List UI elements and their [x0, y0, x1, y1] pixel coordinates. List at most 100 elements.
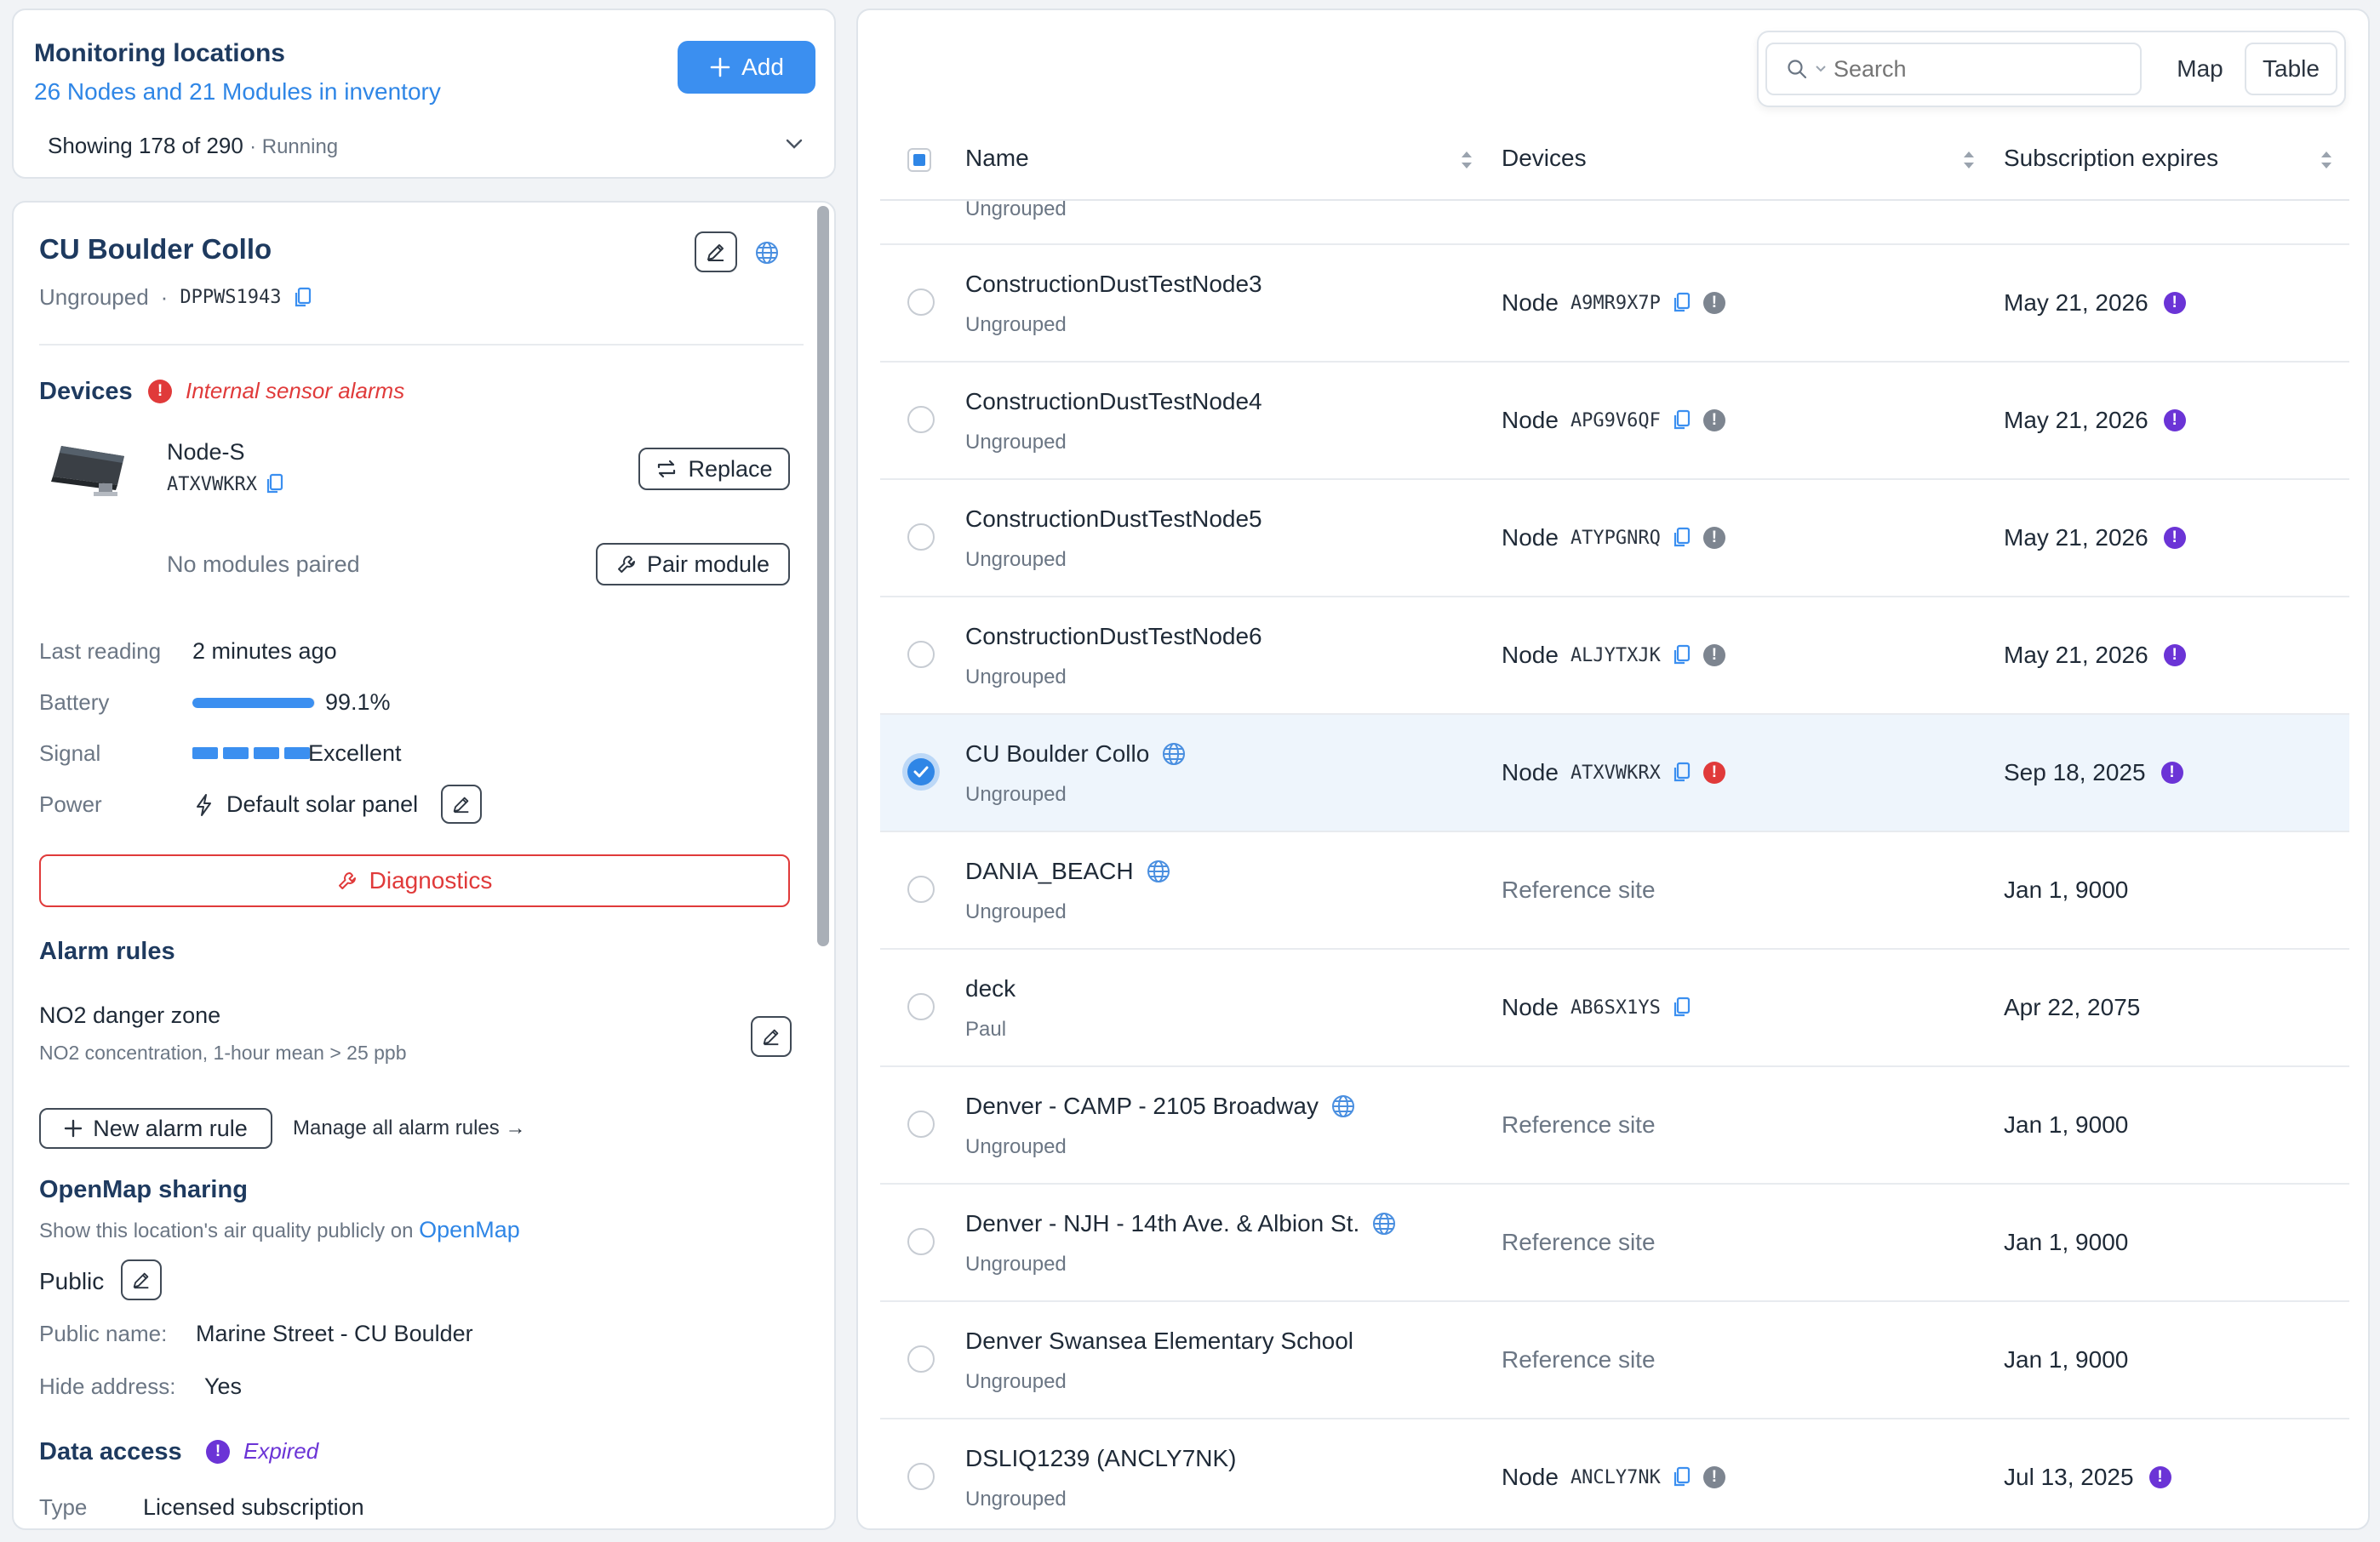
row-checkbox[interactable]	[907, 1463, 935, 1490]
sort-icon[interactable]	[1459, 148, 1474, 172]
expiry-alert-icon[interactable]: !	[2163, 409, 2186, 431]
signal-bar	[223, 747, 249, 759]
pair-module-button[interactable]: Pair module	[596, 543, 790, 585]
table-row[interactable]: ConstructionDustTestNode6 Ungrouped Node AL…	[880, 597, 2349, 715]
location-name: ConstructionDustTestNode6	[965, 623, 1262, 649]
row-name[interactable]: Denver - NJH - 14th Ave. & Albion St.	[965, 1210, 1397, 1237]
diagnostics-button[interactable]: Diagnostics	[39, 854, 790, 907]
row-group: Paul	[965, 1018, 1007, 1041]
row-name[interactable]: DANIA_BEACH	[965, 858, 1171, 885]
copy-icon[interactable]	[1673, 997, 1691, 1019]
device-type: Node	[1502, 289, 1559, 316]
select-all-checkbox[interactable]	[907, 148, 931, 172]
row-name[interactable]: Denver - CAMP - 2105 Broadway	[965, 1093, 1356, 1120]
openmap-link[interactable]: OpenMap	[419, 1217, 520, 1242]
table-view-button[interactable]: Table	[2245, 43, 2337, 95]
copy-icon[interactable]	[1673, 292, 1691, 314]
column-header-name[interactable]: Name	[965, 145, 1029, 172]
row-name[interactable]: Denver Swansea Elementary School	[965, 1328, 1353, 1355]
row-checkbox[interactable]	[907, 406, 935, 433]
table-row[interactable]: DSLIQ1239 (ANCLY7NK) Ungrouped Node ANCLY7N…	[880, 1419, 2349, 1528]
chevron-down-icon[interactable]	[1815, 65, 1827, 73]
row-checkbox[interactable]	[907, 523, 935, 551]
row-name[interactable]: ConstructionDustTestNode3	[965, 271, 1262, 298]
monitoring-title: Monitoring locations	[34, 39, 285, 67]
edit-public-button[interactable]	[121, 1259, 162, 1300]
expiry-date: Apr 22, 2075	[2004, 994, 2141, 1020]
device-id: APG9V6QF	[1570, 409, 1661, 431]
device-status-icon[interactable]: !	[1702, 644, 1725, 666]
chevron-down-icon[interactable]	[785, 138, 804, 150]
table-row[interactable]: Denver Swansea Elementary School Ungroupe…	[880, 1302, 2349, 1419]
row-name[interactable]: deck	[965, 975, 1016, 1002]
alert-icon: !	[206, 1439, 230, 1464]
column-header-devices[interactable]: Devices	[1502, 145, 1587, 172]
row-group: Ungrouped	[965, 1370, 1067, 1393]
row-checkbox[interactable]	[907, 758, 935, 785]
device-status-icon[interactable]: !	[1702, 762, 1725, 784]
copy-icon[interactable]	[1673, 644, 1691, 666]
globe-icon	[754, 240, 780, 266]
last-reading-label: Last reading	[39, 638, 162, 664]
row-devices: Node ANCLY7NK!	[1502, 1464, 1725, 1491]
device-type: Node	[1502, 407, 1559, 433]
search-box[interactable]	[1765, 43, 2142, 95]
table-row[interactable]: Denver - NJH - 14th Ave. & Albion St. Ung…	[880, 1185, 2349, 1302]
row-checkbox[interactable]	[907, 1111, 935, 1138]
table-row-partial[interactable]: Ungrouped	[880, 201, 2349, 245]
row-checkbox[interactable]	[907, 1228, 935, 1255]
device-status-icon[interactable]: !	[1702, 409, 1725, 431]
row-name[interactable]: CU Boulder Collo	[965, 740, 1187, 768]
search-input[interactable]	[1834, 55, 2072, 83]
device-status-icon[interactable]: !	[1702, 1466, 1725, 1488]
table-row[interactable]: DANIA_BEACH Ungrouped Reference site Jan 1,…	[880, 832, 2349, 950]
replace-button[interactable]: Replace	[638, 448, 790, 490]
copy-icon[interactable]	[1673, 762, 1691, 784]
sort-icon[interactable]	[1961, 148, 1977, 172]
table-row[interactable]: ConstructionDustTestNode3 Ungrouped Node A9…	[880, 245, 2349, 363]
row-devices: Reference site	[1502, 1229, 1656, 1256]
showing-filter[interactable]: Showing 178 of 290 · Running	[48, 133, 338, 159]
expiry-alert-icon[interactable]: !	[2163, 292, 2186, 314]
expiry-alert-icon[interactable]: !	[2163, 644, 2186, 666]
inventory-link[interactable]: 26 Nodes and 21 Modules in inventory	[34, 78, 441, 106]
edit-rule-button[interactable]	[751, 1016, 792, 1057]
edit-name-button[interactable]	[695, 231, 737, 272]
column-header-subscription[interactable]: Subscription expires	[2004, 145, 2218, 172]
row-checkbox[interactable]	[907, 641, 935, 668]
new-alarm-rule-button[interactable]: New alarm rule	[39, 1108, 272, 1149]
table-row[interactable]: ConstructionDustTestNode5 Ungrouped Node AT…	[880, 480, 2349, 597]
device-status-icon[interactable]: !	[1702, 292, 1725, 314]
expiry-alert-icon[interactable]: !	[2163, 527, 2186, 549]
expiry-alert-icon[interactable]: !	[2160, 762, 2183, 784]
expiry-alert-icon[interactable]: !	[2148, 1466, 2171, 1488]
power-value: Default solar panel	[226, 791, 419, 817]
row-name[interactable]: ConstructionDustTestNode5	[965, 505, 1262, 533]
copy-icon[interactable]	[1673, 1466, 1691, 1488]
row-checkbox[interactable]	[907, 876, 935, 903]
copy-icon[interactable]	[1673, 527, 1691, 549]
row-checkbox[interactable]	[907, 288, 935, 316]
table-row[interactable]: deck Paul Node AB6SX1YS Apr 22, 2075	[880, 950, 2349, 1067]
map-view-button[interactable]: Map	[2155, 43, 2245, 95]
row-name[interactable]: DSLIQ1239 (ANCLY7NK)	[965, 1445, 1237, 1472]
copy-icon[interactable]	[294, 287, 312, 309]
location-name: ConstructionDustTestNode3	[965, 271, 1262, 297]
row-name[interactable]: ConstructionDustTestNode4	[965, 388, 1262, 415]
row-checkbox[interactable]	[907, 1345, 935, 1373]
add-button[interactable]: Add	[678, 41, 815, 94]
copy-icon[interactable]	[266, 473, 284, 495]
copy-icon[interactable]	[1673, 409, 1691, 431]
table-row[interactable]: ConstructionDustTestNode4 Ungrouped Node AP…	[880, 363, 2349, 480]
expiry-date: May 21, 2026	[2004, 289, 2148, 316]
row-checkbox[interactable]	[907, 993, 935, 1020]
manage-alarm-rules-link[interactable]: Manage all alarm rules →	[293, 1117, 525, 1140]
sort-icon[interactable]	[2319, 148, 2334, 172]
table-row[interactable]: CU Boulder Collo Ungrouped Node ATXVWKRX! Se…	[880, 715, 2349, 832]
device-status-icon[interactable]: !	[1702, 527, 1725, 549]
table-row[interactable]: Denver - CAMP - 2105 Broadway Ungrouped Re…	[880, 1067, 2349, 1185]
scrollbar[interactable]	[817, 206, 829, 946]
row-name[interactable]: ConstructionDustTestNode6	[965, 623, 1262, 650]
data-access-heading: Data access	[39, 1438, 182, 1465]
edit-power-button[interactable]	[441, 785, 482, 824]
